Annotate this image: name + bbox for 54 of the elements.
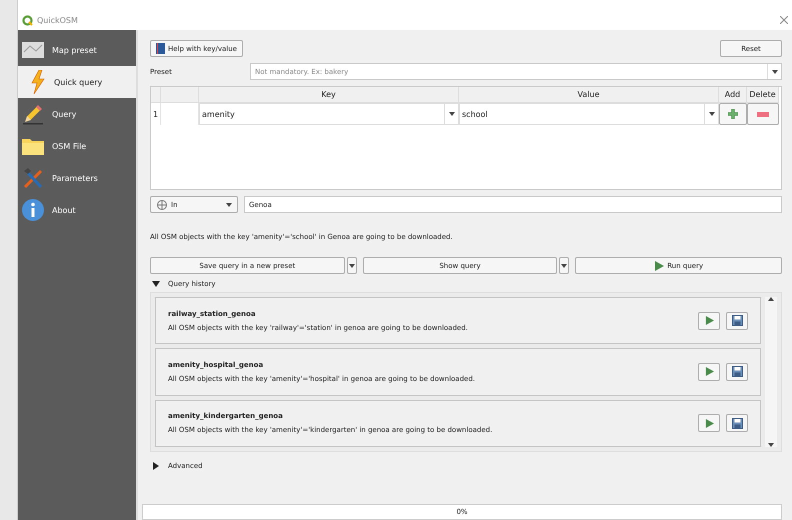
save-button[interactable] bbox=[726, 312, 748, 330]
dropdown-button[interactable] bbox=[559, 257, 570, 274]
column-header: Delete bbox=[747, 87, 779, 103]
dropdown-arrow-icon bbox=[768, 443, 774, 447]
dropdown-arrow-icon bbox=[226, 202, 232, 206]
scroll-up-icon[interactable] bbox=[768, 297, 774, 301]
folder-icon bbox=[22, 137, 44, 155]
column-header: Key bbox=[199, 87, 459, 103]
scrollbar[interactable] bbox=[765, 297, 777, 447]
play-icon bbox=[704, 418, 714, 428]
window-title: QuickOSM bbox=[37, 16, 78, 24]
globe-icon bbox=[156, 200, 168, 210]
app-logo-icon bbox=[22, 14, 33, 26]
run-button[interactable] bbox=[698, 414, 720, 432]
dropdown-button[interactable] bbox=[346, 257, 357, 274]
play-icon bbox=[704, 316, 714, 326]
column-header: Value bbox=[459, 87, 719, 103]
tools-icon bbox=[22, 167, 44, 189]
map-icon bbox=[22, 42, 44, 58]
delete-button[interactable] bbox=[747, 103, 779, 125]
column-header: Add bbox=[719, 87, 747, 103]
dropdown-arrow-icon bbox=[448, 112, 454, 116]
minus-icon bbox=[757, 112, 769, 116]
dropdown-arrow-icon bbox=[348, 264, 355, 268]
run-button[interactable] bbox=[698, 312, 720, 330]
dropdown-arrow-icon bbox=[561, 264, 568, 268]
dropdown-arrow-icon bbox=[772, 70, 778, 74]
save-icon bbox=[732, 418, 742, 429]
info-icon bbox=[22, 199, 44, 221]
play-icon bbox=[654, 260, 664, 270]
row-number: 1 bbox=[151, 103, 161, 125]
sidebar-item[interactable]: About bbox=[18, 194, 136, 226]
collapse-arrow-icon[interactable] bbox=[152, 280, 160, 288]
save-button[interactable] bbox=[726, 414, 748, 432]
dropdown-arrow-icon bbox=[708, 112, 714, 116]
lightning-icon bbox=[30, 70, 46, 94]
sidebar-item[interactable]: Query bbox=[18, 98, 136, 130]
plus-icon bbox=[728, 109, 738, 119]
expand-arrow-icon[interactable] bbox=[152, 462, 160, 470]
value-combo[interactable]: school bbox=[459, 103, 719, 125]
pencil-icon bbox=[22, 103, 44, 125]
sidebar-item[interactable]: OSM File bbox=[18, 130, 136, 162]
close-icon[interactable] bbox=[780, 16, 788, 24]
run-button[interactable] bbox=[698, 362, 720, 381]
save-icon bbox=[732, 315, 742, 326]
sidebar-item[interactable]: Parameters bbox=[18, 162, 136, 194]
book-icon bbox=[156, 43, 165, 54]
add-button[interactable] bbox=[719, 103, 747, 125]
play-icon bbox=[704, 367, 714, 376]
sidebar-item[interactable]: Map preset bbox=[18, 34, 136, 66]
save-button[interactable] bbox=[726, 362, 748, 381]
key-combo[interactable]: amenity bbox=[199, 103, 459, 125]
save-icon bbox=[732, 366, 742, 378]
sidebar-item[interactable]: Quick query bbox=[18, 66, 136, 98]
